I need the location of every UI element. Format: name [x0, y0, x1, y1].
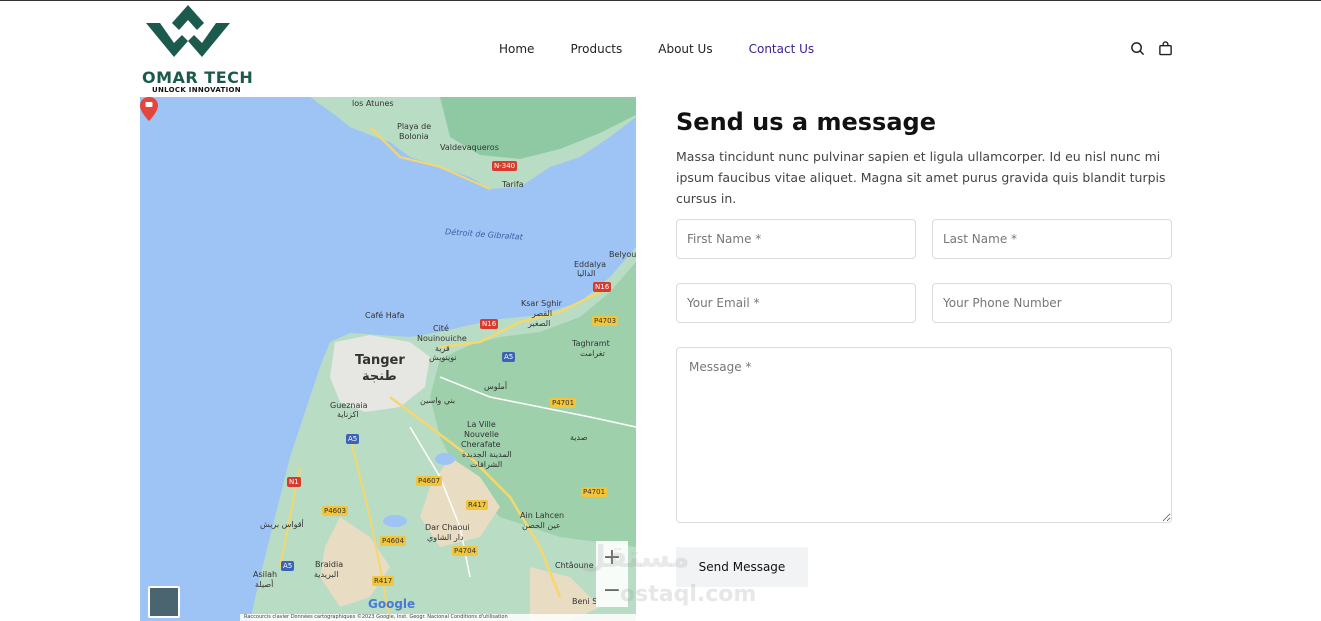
road-badge: P4603 [322, 506, 349, 516]
map-label: Cité [433, 324, 449, 333]
road-badge: P4607 [416, 476, 443, 486]
map-label: نوينويش [429, 353, 457, 362]
road-badge: A5 [281, 561, 295, 571]
map-label: Ain Lahcen [520, 511, 565, 520]
phone-field[interactable] [932, 283, 1172, 323]
nav-item-products[interactable]: Products [570, 40, 622, 58]
map-label: Tarifa [502, 180, 524, 189]
map-label: Café Hafa [365, 311, 405, 320]
map-label: دار الشاوي [427, 533, 464, 542]
nav-item-contact-us[interactable]: Contact Us [749, 40, 815, 58]
road-badge: P4701 [550, 398, 577, 408]
map-label: قرية [435, 344, 450, 353]
map-label: los Atunes [352, 99, 394, 108]
map-label: Asilah [253, 570, 278, 579]
map-label: Eddalya [574, 260, 606, 269]
map-label: Valdevaqueros [440, 143, 499, 152]
satellite-view-toggle[interactable] [148, 586, 180, 618]
road-badge: P4604 [380, 536, 407, 546]
message-field[interactable] [676, 347, 1172, 523]
email-field[interactable] [676, 283, 916, 323]
map-label: Braidia [315, 560, 344, 569]
nav-item-home[interactable]: Home [499, 40, 534, 58]
brand-name: OMAR TECH [142, 68, 254, 87]
brand-logo[interactable]: OMAR TECH UNLOCK INNOVATION [140, 3, 253, 95]
form-title: Send us a message [676, 108, 936, 136]
map-label: الداليا [577, 269, 596, 278]
map-label: Ksar Sghir [521, 299, 562, 308]
map-label: أقواس بريش [260, 520, 304, 529]
map-label: بني واسين [420, 396, 456, 405]
map-label: Cherafate [461, 440, 501, 449]
map-label: الصغير [528, 319, 551, 328]
map-label: La Ville [467, 420, 496, 429]
road-badge: N16 [593, 282, 612, 292]
map-label: Beni S [572, 597, 598, 606]
map-label: Nouinouiche [417, 334, 467, 343]
map-label: القصر [532, 309, 553, 318]
road-badge: R417 [466, 500, 489, 510]
map-label: عين الحصن [522, 521, 561, 530]
road-badge: R417 [372, 576, 395, 586]
map-label: أملوس [484, 382, 508, 391]
map-label: تغرامت [580, 349, 605, 358]
road-badge: N16 [480, 319, 499, 329]
map-label: Playa de [397, 122, 432, 131]
nav-item-about-us[interactable]: About Us [658, 40, 712, 58]
location-map[interactable]: los Atunes Playa de Bolonia Valdevaquero… [140, 97, 636, 621]
road-badge: N-340 [492, 161, 518, 171]
road-badge: P4703 [592, 316, 619, 326]
map-label: اكزناية [337, 410, 359, 419]
map-label: المدينة الجديدة [462, 450, 512, 459]
logo-mark-icon [146, 5, 230, 57]
form-description: Massa tincidunt nunc pulvinar sapien et … [676, 149, 1166, 206]
map-label: صدية [570, 433, 588, 442]
map-label: طنجة [362, 369, 397, 384]
google-logo: Google [368, 597, 416, 611]
map-label: Belyou [609, 250, 636, 259]
last-name-field[interactable] [932, 219, 1172, 259]
location-pin-icon[interactable] [140, 97, 158, 121]
cart-icon[interactable] [1158, 41, 1173, 56]
map-attribution: Raccourcis clavier Données cartographiqu… [240, 614, 636, 621]
road-badge: A5 [502, 352, 516, 362]
first-name-field[interactable] [676, 219, 916, 259]
map-label: البريدية [314, 570, 339, 579]
map-label: Tanger [355, 353, 405, 368]
map-label: Nouvelle [464, 430, 499, 439]
watermark-url: ostaql.com [620, 582, 757, 607]
road-badge: P4704 [452, 546, 479, 556]
map-label: الشرافات [470, 460, 503, 469]
map-label: Bolonia [399, 132, 429, 141]
top-border-line [0, 0, 1321, 1]
map-label: Gueznaia [330, 401, 368, 410]
map-label: أصيلة [255, 580, 274, 589]
road-badge: A5 [346, 434, 360, 444]
map-label: Dar Chaoui [425, 523, 470, 532]
send-message-button[interactable]: Send Message [676, 547, 808, 587]
road-badge: N1 [287, 477, 301, 487]
main-nav: Home Products About Us Contact Us [499, 40, 814, 58]
brand-tagline: UNLOCK INNOVATION [152, 86, 241, 94]
search-icon[interactable] [1130, 41, 1145, 56]
watermark: مستقل [580, 540, 690, 575]
road-badge: P4701 [581, 487, 608, 497]
map-label: Taghramt [572, 339, 610, 348]
